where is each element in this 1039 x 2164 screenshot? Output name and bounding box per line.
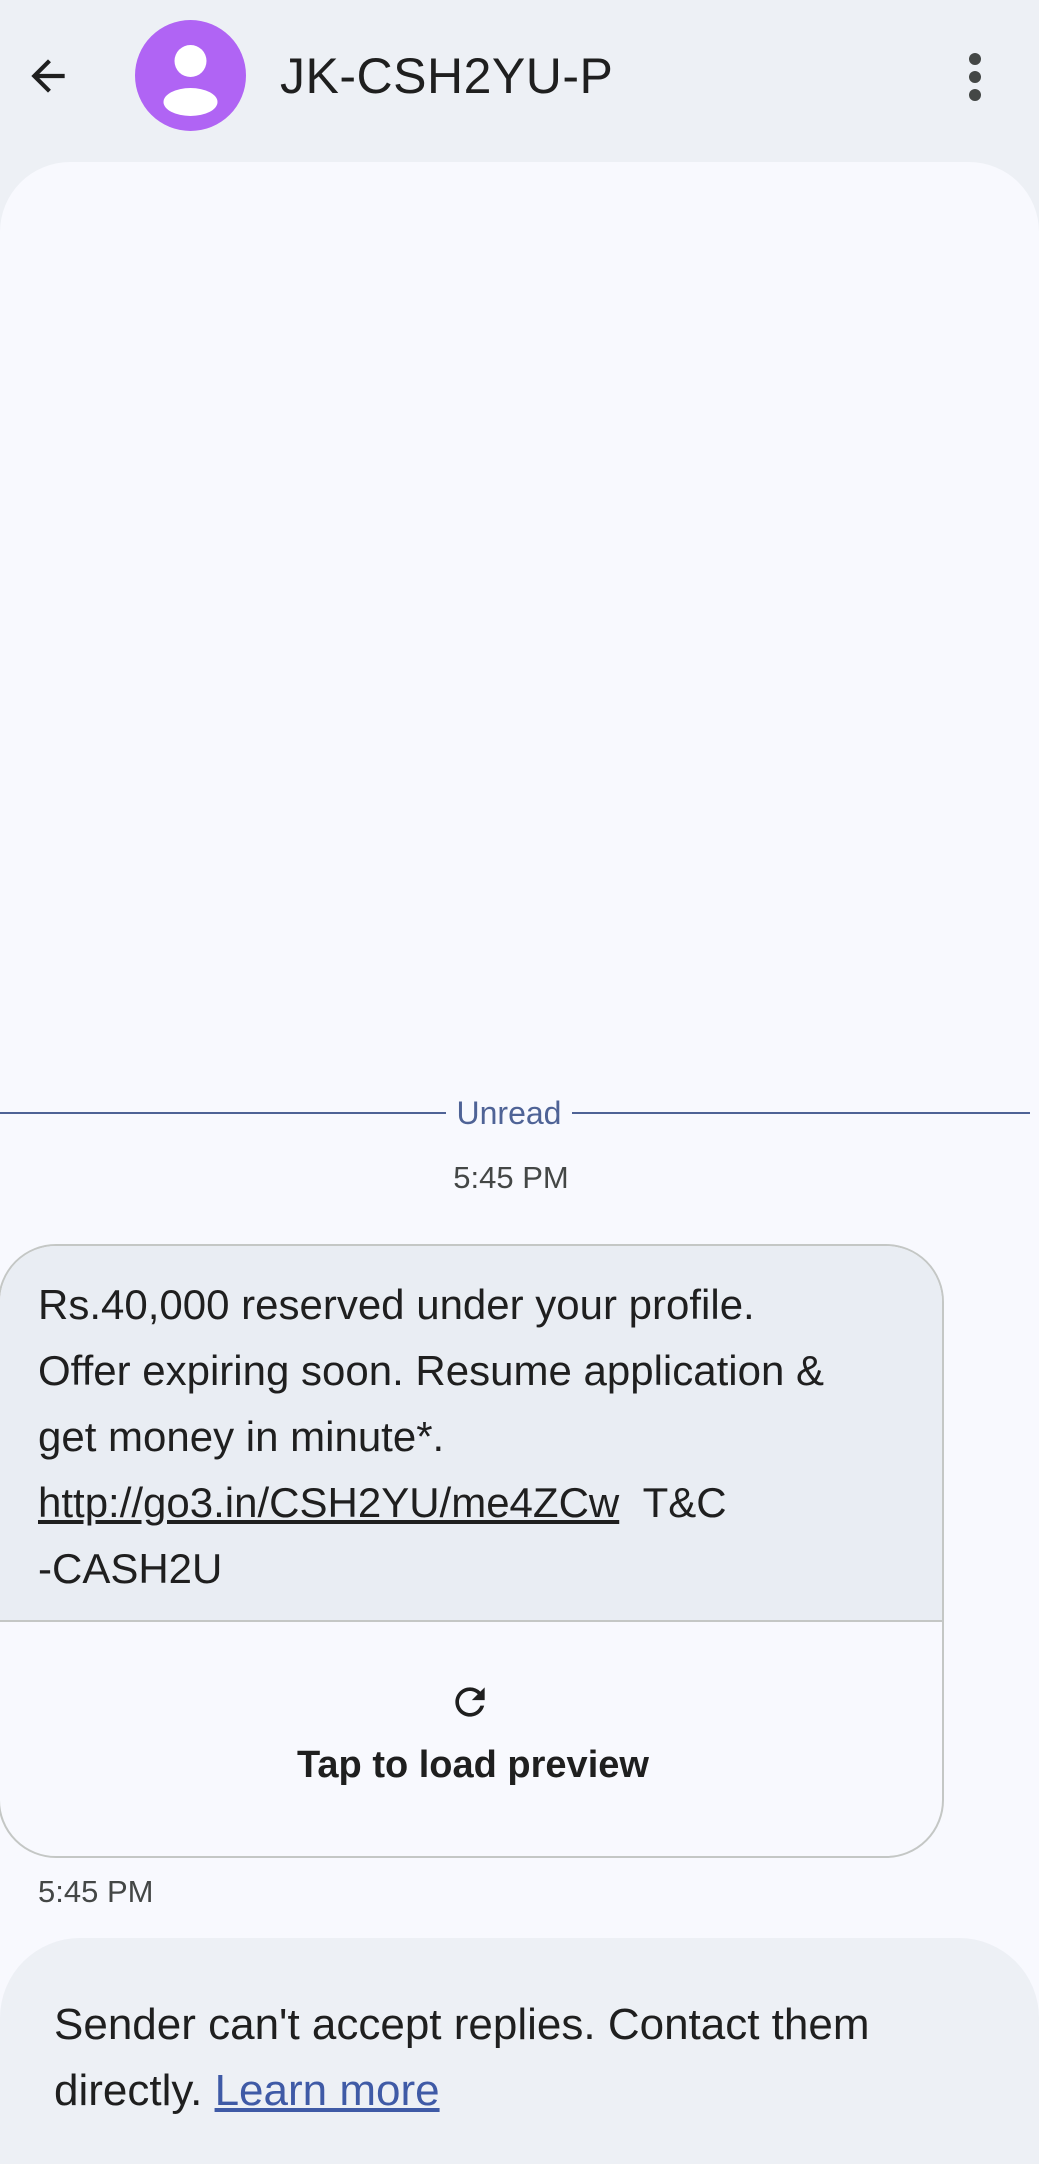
unread-label: Unread <box>456 1095 562 1131</box>
message-line: http://go3.in/CSH2YU/me4ZCw T&C <box>38 1470 906 1536</box>
reply-disabled-text: Sender can't accept replies. Contact the… <box>54 1992 994 2124</box>
message-line: get money in minute*. <box>38 1413 445 1460</box>
message-line: -CASH2U <box>38 1545 223 1592</box>
message-bubble[interactable]: Rs.40,000 reserved under your profile. O… <box>0 1244 944 1858</box>
sent-timestamp: 5:45 PM <box>38 1874 154 1909</box>
message-timestamp: 5:45 PM <box>453 1160 569 1195</box>
refresh-icon <box>455 1687 485 1717</box>
message-line: Offer expiring soon. Resume application … <box>38 1347 824 1394</box>
message-text: Rs.40,000 reserved under your profile. O… <box>0 1246 942 1622</box>
load-preview-label: Tap to load preview <box>297 1744 649 1786</box>
back-button[interactable] <box>14 42 82 110</box>
unread-divider: Unread <box>0 1090 1030 1136</box>
unread-line-left <box>0 1112 446 1114</box>
message-link[interactable]: http://go3.in/CSH2YU/me4ZCw <box>38 1479 619 1526</box>
reply-disabled-banner: Sender can't accept replies. Contact the… <box>0 1938 1039 2164</box>
more-vert-icon <box>969 53 981 101</box>
load-preview-button[interactable]: Tap to load preview <box>0 1622 942 1856</box>
conversation-title: JK-CSH2YU-P <box>280 48 614 104</box>
more-options-button[interactable] <box>950 42 1000 112</box>
top-app-bar: JK-CSH2YU-P <box>0 0 1039 160</box>
learn-more-link[interactable]: Learn more <box>215 2066 440 2115</box>
person-icon <box>163 45 218 116</box>
unread-line-right <box>572 1112 1030 1114</box>
message-line: Rs.40,000 reserved under your profile. <box>38 1281 755 1328</box>
message-tc-text: T&C <box>642 1479 727 1526</box>
reply-disabled-message: Sender can't accept replies. Contact the… <box>54 2000 870 2115</box>
arrow-left-icon <box>31 59 65 93</box>
avatar[interactable] <box>135 20 246 131</box>
